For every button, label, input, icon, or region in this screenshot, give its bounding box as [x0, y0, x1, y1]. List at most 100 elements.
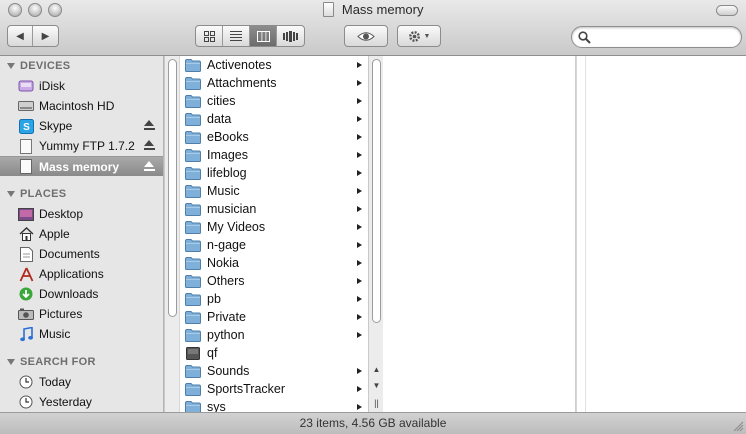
sidebar-item-label: Mass memory — [39, 159, 120, 174]
action-menu-button[interactable]: ▼ — [397, 25, 441, 47]
eject-icon[interactable] — [144, 161, 155, 173]
file-name: lifeblog — [207, 166, 247, 180]
column-view-button[interactable] — [250, 26, 277, 46]
sidebar-item-today[interactable]: Today — [0, 372, 163, 392]
sidebar-item-music[interactable]: Music — [0, 324, 163, 344]
back-button[interactable]: ◀ — [8, 26, 34, 46]
sidebar-scrollbar[interactable] — [164, 56, 179, 412]
folder-icon — [185, 58, 201, 72]
file-row[interactable]: pb — [180, 290, 368, 308]
sidebar-item-skype[interactable]: S Skype — [0, 116, 163, 136]
column-scroll-thumb[interactable] — [372, 59, 381, 323]
view-mode-control — [195, 25, 305, 47]
desktop-icon — [18, 206, 34, 222]
file-row[interactable]: qf — [180, 344, 368, 362]
file-name: musician — [207, 202, 257, 216]
folder-icon — [185, 112, 201, 126]
scroll-up-arrow[interactable]: ▲ — [369, 364, 384, 376]
sidebar-item-yesterday[interactable]: Yesterday — [0, 392, 163, 412]
chevron-right-icon — [357, 134, 362, 140]
file-row[interactable]: Sounds — [180, 362, 368, 380]
sidebar-section-devices[interactable]: DEVICES — [0, 56, 163, 76]
finder-window: Mass memory ◀ ▶ ▼ DEVICES iDisk Macintos… — [0, 0, 746, 434]
file-row[interactable]: lifeblog — [180, 164, 368, 182]
file-row[interactable]: n-gage — [180, 236, 368, 254]
file-row[interactable]: Nokia — [180, 254, 368, 272]
scroll-down-arrow[interactable]: ▼ — [369, 380, 384, 392]
clock-icon — [18, 394, 34, 410]
folder-icon — [185, 382, 201, 396]
folder-icon — [185, 256, 201, 270]
sidebar-item-yummy-ftp[interactable]: Yummy FTP 1.7.2 — [0, 136, 163, 156]
sidebar-section-search-for[interactable]: SEARCH FOR — [0, 352, 163, 372]
sidebar-section-label: PLACES — [20, 188, 67, 200]
sidebar-item-label: Today — [39, 375, 72, 389]
sidebar-item-applications[interactable]: Applications — [0, 264, 163, 284]
file-row[interactable]: eBooks — [180, 128, 368, 146]
file-row[interactable]: SportsTracker — [180, 380, 368, 398]
file-row[interactable]: Attachments — [180, 74, 368, 92]
sidebar-item-documents[interactable]: Documents — [0, 244, 163, 264]
file-name: Music — [207, 184, 240, 198]
quick-look-button[interactable] — [344, 25, 388, 47]
file-row[interactable]: My Videos — [180, 218, 368, 236]
eject-icon[interactable] — [144, 140, 155, 152]
chevron-right-icon — [357, 80, 362, 86]
sidebar-section-places[interactable]: PLACES — [0, 184, 163, 204]
file-column: Activenotes Attachments cities data eBooks Im… — [180, 56, 368, 412]
gear-icon — [408, 30, 420, 42]
toolbar-toggle-button[interactable] — [716, 5, 738, 16]
resize-grip-icon[interactable] — [733, 421, 744, 432]
eye-icon — [357, 31, 375, 41]
search-icon — [578, 31, 591, 44]
sidebar-item-downloads[interactable]: Downloads — [0, 284, 163, 304]
file-row[interactable]: sys — [180, 398, 368, 412]
status-text: 23 items, 4.56 GB available — [299, 416, 447, 430]
sidebar-item-label: Macintosh HD — [39, 99, 115, 113]
sidebar-item-label: Pictures — [39, 307, 83, 321]
sidebar-item-pictures[interactable]: Pictures — [0, 304, 163, 324]
file-name: python — [207, 328, 245, 342]
file-row[interactable]: Music — [180, 182, 368, 200]
file-name: data — [207, 112, 232, 126]
file-row[interactable]: Others — [180, 272, 368, 290]
sidebar-section-label: DEVICES — [20, 60, 71, 72]
sidebar-scroll-thumb[interactable] — [168, 59, 177, 317]
chevron-right-icon — [357, 368, 362, 374]
icon-view-button[interactable] — [196, 26, 223, 46]
file-row[interactable]: Images — [180, 146, 368, 164]
eject-icon[interactable] — [144, 120, 155, 132]
chevron-right-icon — [357, 278, 362, 284]
file-name: SportsTracker — [207, 382, 286, 396]
chevron-right-icon — [357, 170, 362, 176]
chevron-right-icon — [357, 314, 362, 320]
chevron-right-icon — [357, 206, 362, 212]
list-view-button[interactable] — [223, 26, 250, 46]
column-view-icon — [256, 30, 270, 42]
sidebar-item-macintosh-hd[interactable]: Macintosh HD — [0, 96, 163, 116]
sidebar-item-apple[interactable]: Apple — [0, 224, 163, 244]
file-row[interactable]: Private — [180, 308, 368, 326]
file-row[interactable]: cities — [180, 92, 368, 110]
music-icon — [18, 326, 34, 342]
sidebar: DEVICES iDisk Macintosh HD S Skype Yummy… — [0, 56, 164, 412]
file-row[interactable]: data — [180, 110, 368, 128]
sidebar-item-label: Music — [39, 327, 71, 341]
column-scrollbar[interactable]: ▲ ▼ || — [368, 56, 383, 412]
chevron-right-icon — [357, 116, 362, 122]
forward-button[interactable]: ▶ — [33, 26, 58, 46]
file-row[interactable]: Activenotes — [180, 56, 368, 74]
search-field[interactable] — [571, 26, 742, 48]
file-name: My Videos — [207, 220, 266, 234]
sidebar-item-mass-memory[interactable]: Mass memory — [0, 156, 163, 176]
folder-icon — [185, 364, 201, 378]
file-name: Sounds — [207, 364, 250, 378]
file-row[interactable]: python — [180, 326, 368, 344]
folder-icon — [185, 400, 201, 412]
coverflow-view-button[interactable] — [277, 26, 304, 46]
file-row[interactable]: musician — [180, 200, 368, 218]
sidebar-item-desktop[interactable]: Desktop — [0, 204, 163, 224]
column-resize-handle[interactable]: || — [369, 397, 384, 409]
search-input[interactable] — [594, 29, 734, 45]
sidebar-item-idisk[interactable]: iDisk — [0, 76, 163, 96]
